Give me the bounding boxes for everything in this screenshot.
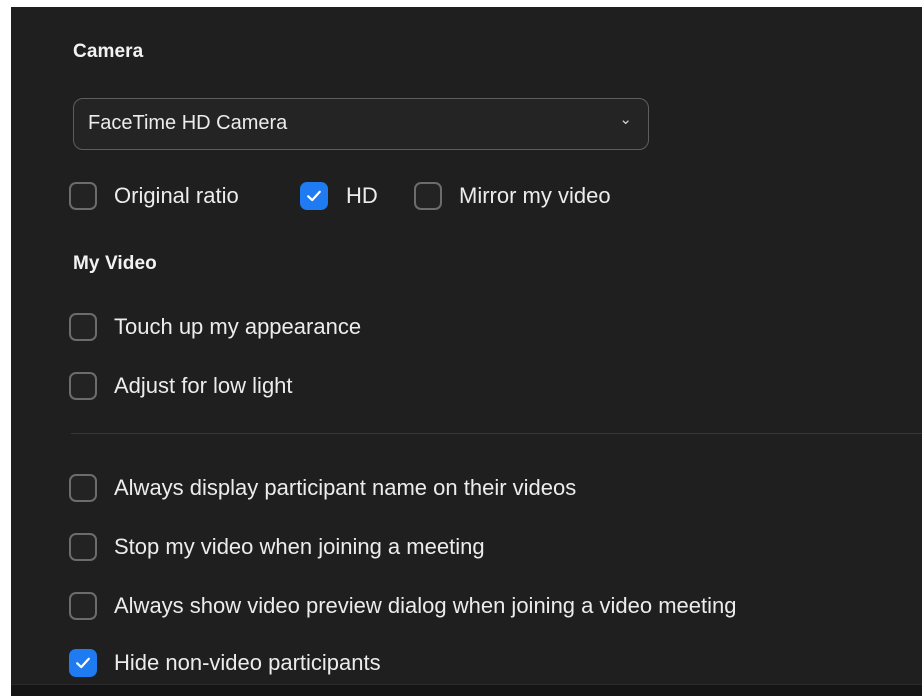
low-light-label: Adjust for low light [114,373,293,398]
touch-up-option[interactable]: Touch up my appearance [69,312,361,342]
stop-video-option[interactable]: Stop my video when joining a meeting [69,532,485,562]
display-participant-name-checkbox[interactable] [69,474,97,502]
section-divider [71,433,922,434]
camera-select-value: FaceTime HD Camera [88,112,288,134]
video-preview-dialog-checkbox[interactable] [69,592,97,620]
mirror-video-option[interactable]: Mirror my video [414,181,611,211]
camera-select[interactable]: FaceTime HD Camera ⌄ [73,98,649,150]
chevron-down-icon: ⌄ [619,111,632,128]
my-video-section-title: My Video [73,253,157,274]
stop-video-checkbox[interactable] [69,533,97,561]
original-ratio-label: Original ratio [114,183,239,208]
camera-section-title: Camera [73,41,144,62]
hide-non-video-checkbox[interactable] [69,649,97,677]
hide-non-video-label: Hide non-video participants [114,650,381,675]
display-participant-name-option[interactable]: Always display participant name on their… [69,473,576,503]
stop-video-label: Stop my video when joining a meeting [114,534,485,559]
touch-up-checkbox[interactable] [69,313,97,341]
checkmark-icon [307,190,321,202]
hd-checkbox[interactable] [300,182,328,210]
hd-option[interactable]: HD [300,181,378,211]
mirror-video-checkbox[interactable] [414,182,442,210]
hide-non-video-option[interactable]: Hide non-video participants [69,648,381,678]
hd-label: HD [346,183,378,208]
touch-up-label: Touch up my appearance [114,314,362,339]
original-ratio-option[interactable]: Original ratio [69,181,239,211]
checkmark-icon [76,657,90,669]
low-light-checkbox[interactable] [69,372,97,400]
low-light-option[interactable]: Adjust for low light [69,371,293,401]
mirror-video-label: Mirror my video [459,183,611,208]
display-participant-name-label: Always display participant name on their… [114,475,577,500]
video-preview-dialog-option[interactable]: Always show video preview dialog when jo… [69,591,736,621]
bottom-bar [11,684,922,696]
original-ratio-checkbox[interactable] [69,182,97,210]
video-settings-panel: Camera FaceTime HD Camera ⌄ Original rat… [11,7,922,696]
video-preview-dialog-label: Always show video preview dialog when jo… [114,593,737,618]
